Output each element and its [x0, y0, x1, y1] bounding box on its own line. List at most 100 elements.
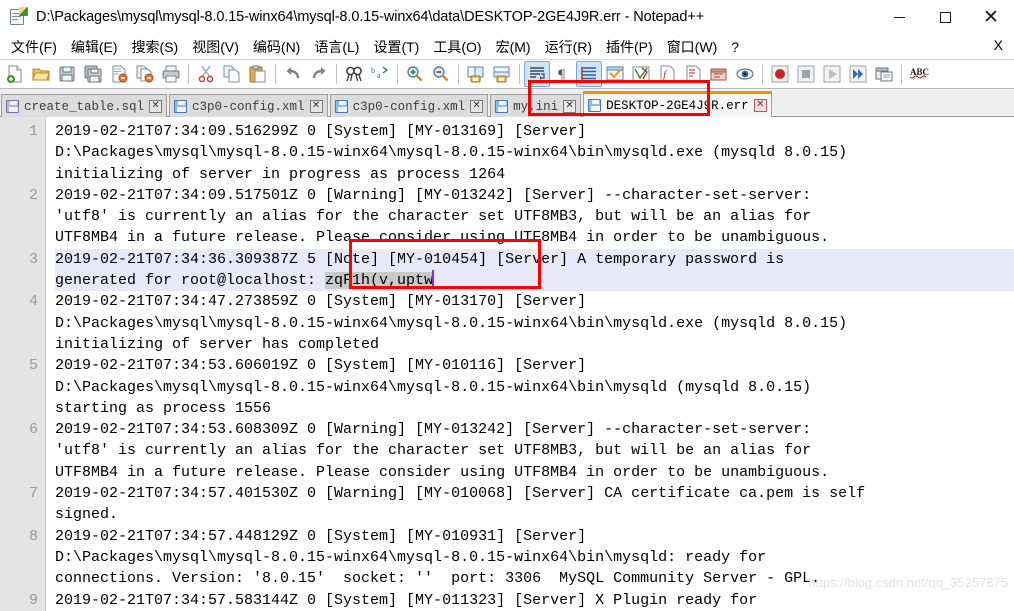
code-line: D:\Packages\mysql\mysql-8.0.15-winx64\my…	[55, 144, 848, 162]
menu-settings[interactable]: 设置(T)	[366, 35, 426, 59]
word-wrap-icon[interactable]	[524, 61, 550, 87]
line-number	[0, 398, 45, 419]
tab-close-icon[interactable]: ✕	[309, 100, 323, 113]
line-number	[0, 377, 45, 398]
menu-window[interactable]: 窗口(W)	[660, 35, 725, 59]
tab-label: DESKTOP-2GE4J9R.err	[606, 98, 749, 113]
run-macro-multiple-icon[interactable]	[845, 61, 871, 87]
folder-as-workspace-icon[interactable]	[706, 61, 732, 87]
line-number: 5	[28, 357, 38, 375]
code-line: 2019-02-21T07:34:09.517501Z 0 [Warning] …	[55, 186, 812, 204]
maximize-button[interactable]	[922, 0, 968, 34]
close-current-document-button[interactable]: X	[994, 37, 1003, 53]
toolbar-separator	[275, 64, 276, 84]
menu-language[interactable]: 语言(L)	[307, 35, 366, 59]
copy-icon[interactable]	[219, 61, 245, 87]
redo-icon[interactable]	[306, 61, 332, 87]
temporary-password-value[interactable]: zqF1h(v,uptw	[325, 272, 434, 290]
tab-create-table-sql[interactable]: create_table.sql ✕	[1, 94, 168, 118]
spell-check-icon[interactable]: ABC	[906, 61, 932, 87]
code-line: 2019-02-21T07:34:53.606019Z 0 [System] […	[55, 357, 587, 375]
paste-icon[interactable]	[245, 61, 271, 87]
line-number	[0, 568, 45, 589]
line-number: 3	[28, 250, 38, 268]
tab-file-save-icon	[588, 99, 602, 112]
menu-file[interactable]: 文件(F)	[4, 35, 64, 59]
menu-plugins[interactable]: 插件(P)	[599, 35, 660, 59]
sync-vertical-scroll-icon[interactable]	[463, 61, 489, 87]
tab-close-icon[interactable]: ✕	[470, 100, 484, 113]
minimize-button[interactable]	[876, 0, 922, 34]
close-icon: ✕	[983, 6, 999, 28]
save-all-icon[interactable]	[80, 61, 106, 87]
menu-search[interactable]: 搜索(S)	[125, 35, 186, 59]
line-number	[0, 227, 45, 248]
menu-edit[interactable]: 编辑(E)	[64, 35, 125, 59]
toolbar-separator	[762, 64, 763, 84]
play-macro-icon[interactable]	[819, 61, 845, 87]
code-line: 'utf8' is currently an alias for the cha…	[55, 208, 812, 226]
code-line: 2019-02-21T07:34:47.273859Z 0 [System] […	[55, 293, 587, 311]
menu-help[interactable]: ?	[724, 37, 746, 57]
menu-view[interactable]: 视图(V)	[185, 35, 246, 59]
tab-file-save-icon	[174, 100, 188, 113]
notepad-plus-plus-icon	[9, 7, 28, 26]
tab-desktop-2ge4j9r-err[interactable]: DESKTOP-2GE4J9R.err ✕	[583, 91, 772, 117]
close-button[interactable]: ✕	[968, 0, 1014, 34]
document-switcher-icon[interactable]	[680, 61, 706, 87]
tab-c3p0-config-xml-1[interactable]: c3p0-config.xml ✕	[169, 94, 328, 118]
toolbar: b a ¶ f ABC	[0, 59, 1014, 89]
tab-my-ini[interactable]: my.ini ✕	[490, 94, 582, 118]
menu-macro[interactable]: 宏(M)	[489, 35, 538, 59]
code-line: signed.	[55, 506, 119, 524]
zoom-in-icon[interactable]	[402, 61, 428, 87]
menu-encoding[interactable]: 编码(N)	[246, 35, 307, 59]
tab-c3p0-config-xml-2[interactable]: c3p0-config.xml ✕	[329, 94, 489, 118]
sync-horizontal-scroll-icon[interactable]	[489, 61, 515, 87]
line-number: 7	[28, 485, 38, 503]
document-map-icon[interactable]	[628, 61, 654, 87]
tab-label: my.ini	[513, 99, 559, 114]
window-controls: ✕	[876, 0, 1014, 34]
function-list-icon[interactable]: f	[654, 61, 680, 87]
show-indent-guide-icon[interactable]	[576, 61, 602, 87]
svg-text:a: a	[377, 71, 381, 80]
toolbar-separator	[188, 64, 189, 84]
tab-close-icon[interactable]: ✕	[563, 100, 577, 113]
print-icon[interactable]	[158, 61, 184, 87]
new-file-icon[interactable]	[2, 61, 28, 87]
toolbar-separator	[336, 64, 337, 84]
code-line: 2019-02-21T07:34:53.608309Z 0 [Warning] …	[55, 421, 812, 439]
code-text-area[interactable]: 2019-02-21T07:34:09.516299Z 0 [System] […	[46, 117, 1014, 611]
tab-file-save-icon	[334, 100, 348, 113]
tab-close-icon[interactable]: ✕	[149, 100, 163, 113]
open-file-icon[interactable]	[28, 61, 54, 87]
line-number: 4	[28, 293, 38, 311]
monitoring-icon[interactable]	[732, 61, 758, 87]
undo-icon[interactable]	[280, 61, 306, 87]
record-macro-icon[interactable]	[767, 61, 793, 87]
menu-run[interactable]: 运行(R)	[538, 35, 599, 59]
tab-close-icon[interactable]: ✕	[753, 99, 767, 112]
line-number	[0, 504, 45, 525]
show-all-characters-icon[interactable]: ¶	[550, 61, 576, 87]
save-icon[interactable]	[54, 61, 80, 87]
close-file-icon[interactable]	[106, 61, 132, 87]
find-icon[interactable]	[341, 61, 367, 87]
toolbar-separator	[901, 64, 902, 84]
toolbar-separator	[397, 64, 398, 84]
tab-file-save-icon	[6, 100, 19, 113]
zoom-out-icon[interactable]	[428, 61, 454, 87]
save-macro-icon[interactable]	[871, 61, 897, 87]
menu-tools[interactable]: 工具(O)	[426, 35, 488, 59]
code-line: initializing of server has completed	[55, 335, 380, 353]
stop-macro-icon[interactable]	[793, 61, 819, 87]
cut-icon[interactable]	[193, 61, 219, 87]
line-number: 9	[28, 591, 38, 609]
line-number: 2	[28, 186, 38, 204]
line-number-gutter: 12345678910	[0, 117, 46, 611]
replace-icon[interactable]: ba	[367, 61, 393, 87]
user-defined-dialog-icon[interactable]	[602, 61, 628, 87]
close-all-files-icon[interactable]	[132, 61, 158, 87]
svg-text:¶: ¶	[558, 67, 566, 83]
